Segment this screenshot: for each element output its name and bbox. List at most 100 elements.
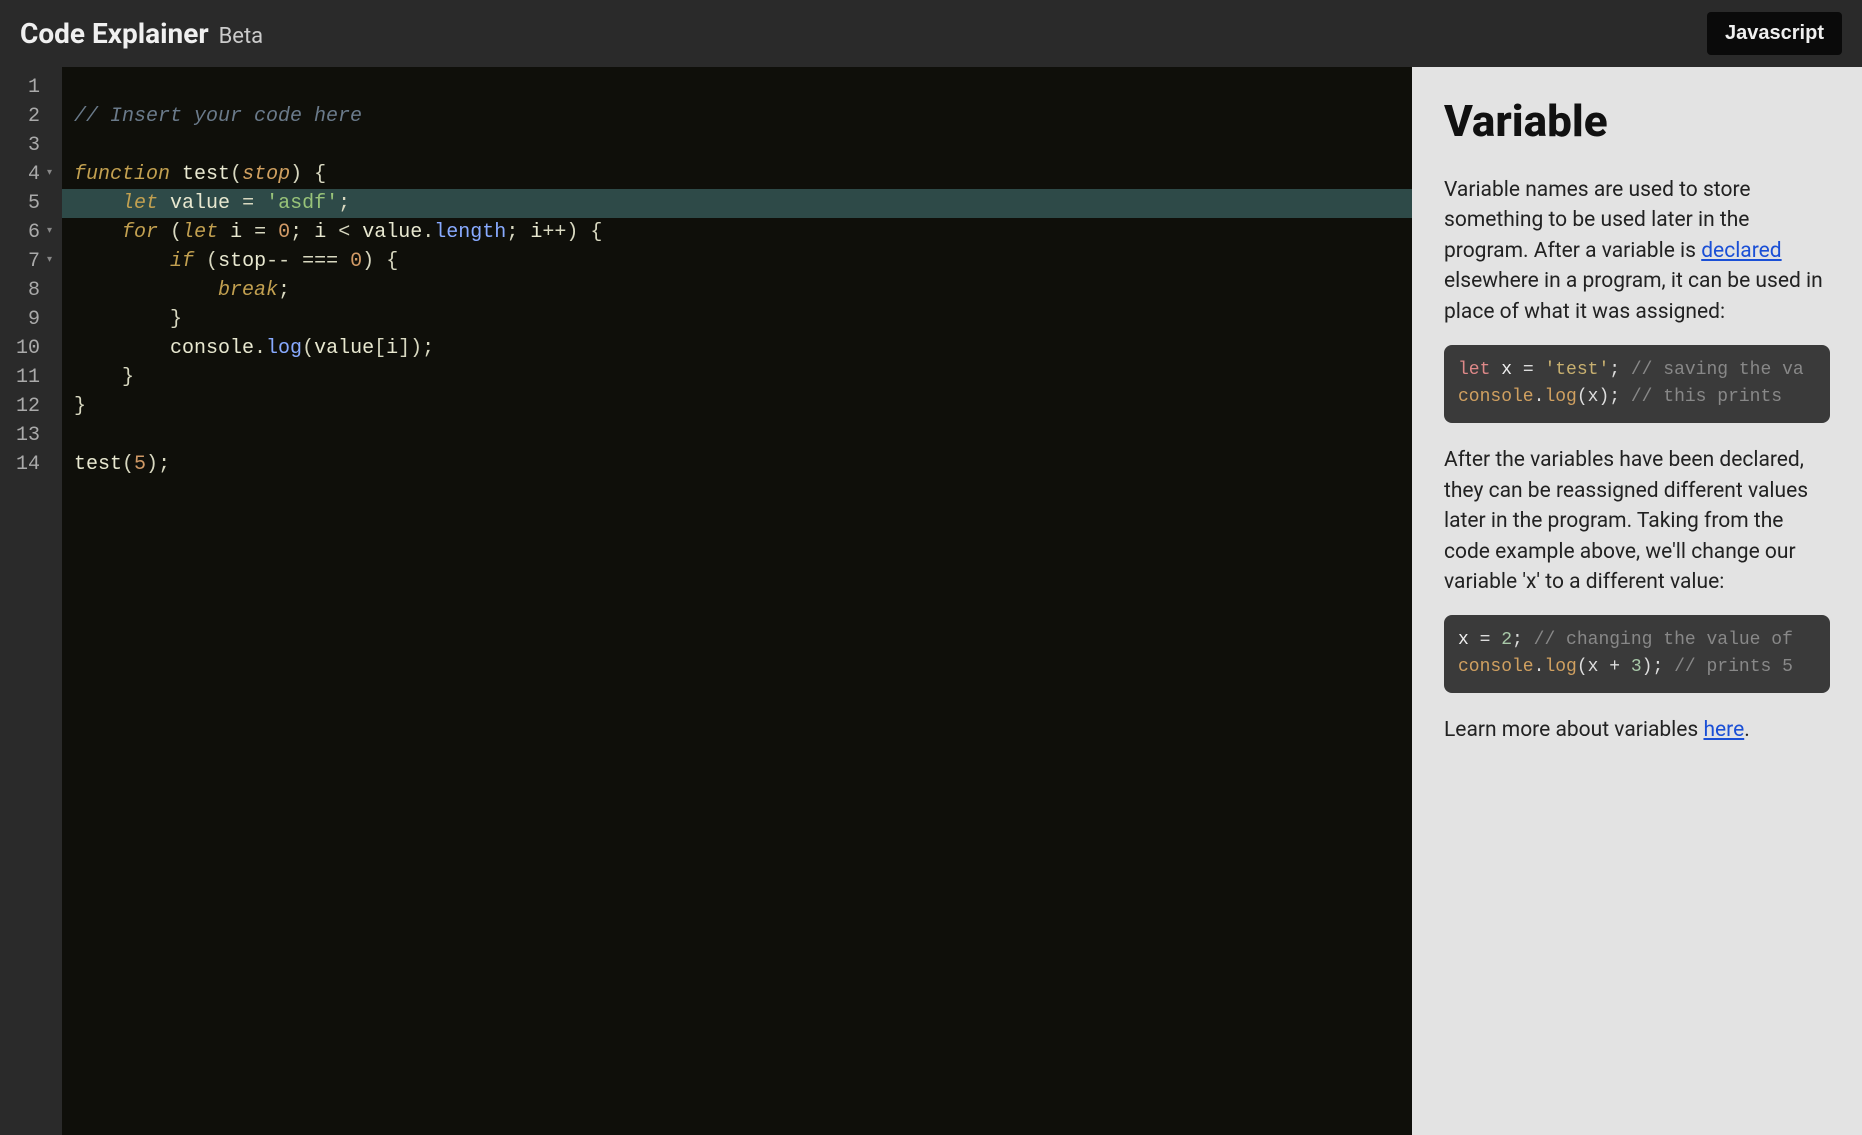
code-line[interactable]: console.log(value[i]);: [74, 334, 1400, 363]
line-number: 12: [12, 392, 40, 421]
gutter-line: 4▾: [6, 160, 52, 189]
code-token: [170, 160, 182, 189]
language-select[interactable]: Javascript: [1707, 12, 1842, 55]
snippet-token: x: [1501, 360, 1512, 380]
code-token: value: [170, 189, 230, 218]
code-line[interactable]: function test(stop) {: [74, 160, 1400, 189]
snippet-token: // saving the va: [1631, 360, 1804, 380]
snippet-token: // prints 5: [1674, 657, 1793, 677]
code-line[interactable]: }: [74, 363, 1400, 392]
fold-marker-icon[interactable]: ▾: [44, 167, 52, 182]
code-token: [254, 189, 266, 218]
code-token: [: [374, 334, 386, 363]
code-token: [338, 247, 350, 276]
snippet-line: x = 2; // changing the value of: [1458, 627, 1816, 654]
snippet-token: // this prints: [1631, 387, 1782, 407]
snippet-token: log: [1544, 657, 1576, 677]
code-token: test: [182, 160, 230, 189]
code-line[interactable]: }: [74, 305, 1400, 334]
code-example-2: x = 2; // changing the value ofconsole.l…: [1444, 615, 1830, 693]
snippet-token: console: [1458, 387, 1534, 407]
code-token: ;: [338, 189, 350, 218]
code-token: {: [314, 160, 326, 189]
code-token: i: [530, 218, 542, 247]
snippet-token: .: [1534, 657, 1545, 677]
code-token: {: [590, 218, 602, 247]
code-token: <: [338, 218, 350, 247]
gutter-line: 3: [6, 131, 52, 160]
code-token: .: [254, 334, 266, 363]
line-number: 1: [12, 73, 40, 102]
code-token: }: [74, 392, 86, 421]
code-token: [74, 276, 218, 305]
code-token: [350, 218, 362, 247]
snippet-token: 'test': [1544, 360, 1609, 380]
code-token: [302, 218, 314, 247]
learn-more-link[interactable]: here: [1703, 718, 1744, 742]
declared-link[interactable]: declared: [1701, 239, 1781, 263]
code-token: (: [170, 218, 182, 247]
code-token: --: [266, 247, 290, 276]
snippet-token: 2: [1501, 630, 1512, 650]
code-token: ): [410, 334, 422, 363]
code-token: ;: [158, 450, 170, 479]
code-token: length: [434, 218, 506, 247]
para3-post: .: [1744, 718, 1750, 742]
code-token: [218, 218, 230, 247]
para3-pre: Learn more about variables: [1444, 718, 1703, 742]
code-line[interactable]: for (let i = 0; i < value.length; i++) {: [74, 218, 1400, 247]
snippet-token: .: [1534, 387, 1545, 407]
code-token: [302, 160, 314, 189]
editor-pane: 1234▾56▾7▾891011121314 // Insert your co…: [0, 67, 1412, 1135]
code-line[interactable]: [74, 131, 1400, 160]
code-token: [326, 218, 338, 247]
code-line[interactable]: break;: [74, 276, 1400, 305]
code-line[interactable]: // Insert your code here: [74, 102, 1400, 131]
code-token: function: [74, 160, 170, 189]
code-example-1: let x = 'test'; // saving the vaconsole.…: [1444, 345, 1830, 423]
snippet-line: console.log(x + 3); // prints 5: [1458, 654, 1816, 681]
fold-marker-icon[interactable]: ▾: [44, 254, 52, 269]
code-line[interactable]: }: [74, 392, 1400, 421]
code-area[interactable]: // Insert your code herefunction test(st…: [62, 67, 1412, 1135]
snippet-token: x: [1458, 630, 1469, 650]
code-token: [74, 218, 122, 247]
code-token: [290, 247, 302, 276]
snippet-token: // changing the value of: [1534, 630, 1793, 650]
code-token: i: [314, 218, 326, 247]
code-line[interactable]: test(5);: [74, 450, 1400, 479]
code-token: (: [302, 334, 314, 363]
gutter-line: 11: [6, 363, 52, 392]
code-token: console: [170, 334, 254, 363]
code-line[interactable]: [74, 421, 1400, 450]
gutter-line: 5: [6, 189, 52, 218]
snippet-token: );: [1642, 657, 1674, 677]
beta-label: Beta: [219, 24, 264, 49]
gutter-line: 12: [6, 392, 52, 421]
code-token: let: [182, 218, 218, 247]
header: Code Explainer Beta Javascript: [0, 0, 1862, 67]
editor-gutter: 1234▾56▾7▾891011121314: [0, 67, 62, 1135]
code-token: ;: [290, 218, 302, 247]
code-token: [578, 218, 590, 247]
code-token: stop: [242, 160, 290, 189]
code-token: ]: [398, 334, 410, 363]
code-token: (: [230, 160, 242, 189]
code-token: [74, 305, 170, 334]
code-token: .: [422, 218, 434, 247]
code-line[interactable]: [74, 73, 1400, 102]
code-token: ;: [278, 276, 290, 305]
code-line[interactable]: if (stop-- === 0) {: [74, 247, 1400, 276]
gutter-line: 2: [6, 102, 52, 131]
code-line[interactable]: let value = 'asdf';: [62, 189, 1412, 218]
snippet-token: log: [1544, 387, 1576, 407]
code-token: // Insert your code here: [74, 102, 362, 131]
snippet-token: let: [1458, 360, 1490, 380]
explanation-paragraph-2: After the variables have been declared, …: [1444, 445, 1830, 597]
line-number: 10: [12, 334, 40, 363]
code-token: [518, 218, 530, 247]
snippet-token: (x +: [1577, 657, 1631, 677]
snippet-token: ;: [1512, 630, 1534, 650]
line-number: 9: [12, 305, 40, 334]
fold-marker-icon[interactable]: ▾: [44, 225, 52, 240]
